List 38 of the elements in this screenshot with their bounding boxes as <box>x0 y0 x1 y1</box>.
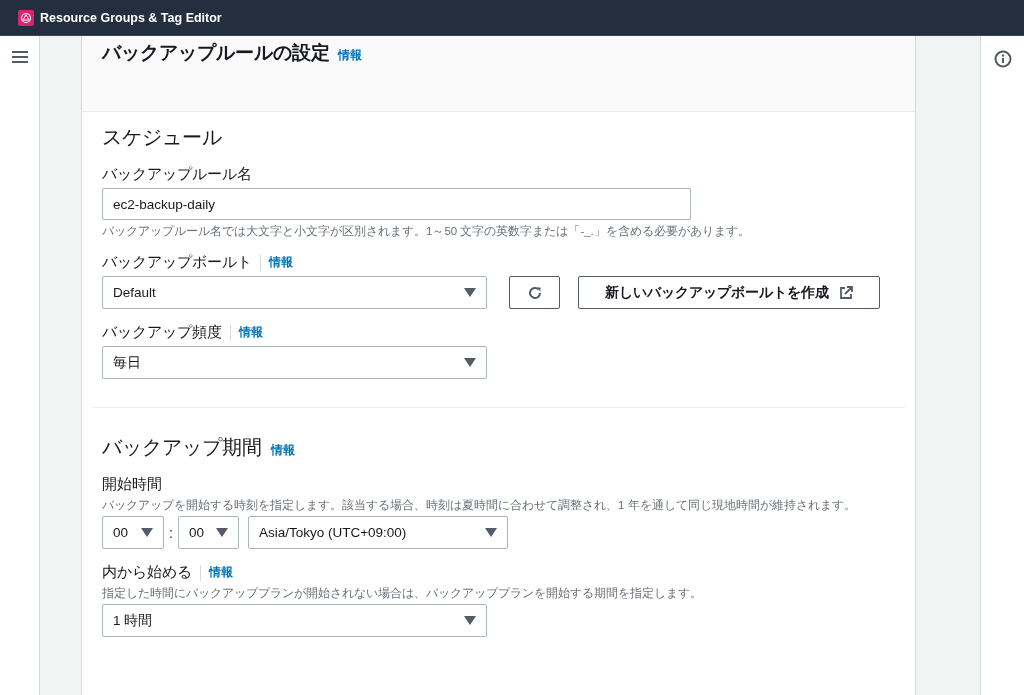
field-hint: バックアップを開始する時刻を指定します。該当する場合、時刻は夏時間に合わせて調整され、1 年を通して同じ現地時間が維持されます。 <box>102 498 857 513</box>
refresh-button[interactable] <box>509 276 560 309</box>
field-hint: バックアップルール名では大文字と小文字が区別されます。1～50 文字の英数字または「-_.」を含める必要があります。 <box>102 224 751 239</box>
app-title: Resource Groups & Tag Editor <box>40 10 222 25</box>
external-link-icon <box>839 285 853 300</box>
dropdown[interactable]: 00 <box>177 516 239 549</box>
field-label: バックアップボールト <box>102 253 252 272</box>
field-label: 開始時間 <box>102 475 162 494</box>
field-hint: 指定した時間にバックアッププランが開始されない場合は、バックアッププランを開始する期間を指定します。 <box>102 586 703 601</box>
dropdown[interactable]: 毎日 <box>102 346 487 379</box>
dropdown[interactable]: 00 <box>102 516 164 549</box>
field-label: 内から始める <box>102 563 192 582</box>
field-label: バックアップ頻度 <box>102 323 222 342</box>
section-title: バックアップ期間 <box>102 435 262 460</box>
section-title: スケジュール <box>102 125 222 150</box>
create-vault-button[interactable]: 新しいバックアップボールトを作成 <box>578 276 880 309</box>
app-logo-icon <box>18 9 34 26</box>
dropdown[interactable]: Default <box>102 276 487 309</box>
refresh-icon <box>526 284 543 301</box>
info-icon[interactable] <box>993 50 1012 68</box>
input-field[interactable]: ec2-backup-daily <box>102 188 691 220</box>
info-link[interactable]: 情報 <box>271 442 295 459</box>
info-link[interactable]: 情報 <box>269 254 293 271</box>
caret-icon <box>484 528 497 537</box>
panel-title: バックアップルールの設定 <box>102 41 330 65</box>
caret-icon <box>464 358 476 367</box>
menu-icon[interactable] <box>11 50 28 64</box>
dropdown[interactable]: 1 時間 <box>102 604 487 637</box>
info-link[interactable]: 情報 <box>209 564 233 581</box>
caret-icon <box>141 528 153 537</box>
field-label: バックアップルール名 <box>102 165 252 184</box>
time-separator: : <box>169 524 173 541</box>
info-link[interactable]: 情報 <box>338 47 362 64</box>
caret-icon <box>464 288 476 297</box>
dropdown[interactable]: Asia/Tokyo (UTC+09:00) <box>247 516 508 549</box>
info-link[interactable]: 情報 <box>239 324 263 341</box>
caret-icon <box>464 616 476 625</box>
caret-icon <box>215 528 228 537</box>
